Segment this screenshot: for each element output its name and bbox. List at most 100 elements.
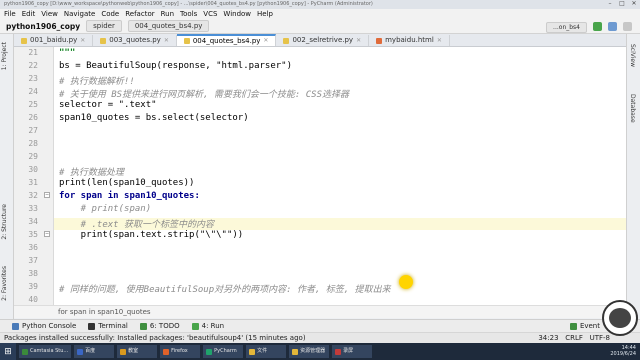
taskbar-item[interactable]: 教室	[117, 345, 158, 358]
close-tab-icon[interactable]: ✕	[356, 35, 361, 46]
code-line: # 执行数据解析!!	[59, 77, 135, 87]
app-icon	[335, 348, 342, 355]
tab-004-quotes-bs4[interactable]: 004_quotes_bs4.py ✕	[176, 34, 277, 46]
todo-button[interactable]: 6: TODO	[139, 322, 180, 330]
app-icon	[292, 348, 299, 355]
code-line: # print(span)	[59, 204, 152, 214]
menu-help[interactable]: Help	[257, 10, 273, 18]
run-icon[interactable]	[593, 22, 602, 31]
menu-run[interactable]: Run	[161, 10, 174, 18]
fold-toggle-icon[interactable]: −	[44, 192, 50, 198]
python-console-button[interactable]: Python Console	[12, 322, 76, 330]
taskbar-item[interactable]: 百度	[74, 345, 115, 358]
taskbar-item[interactable]: 资源管理器	[289, 345, 330, 358]
taskbar-item[interactable]: PyCharm	[203, 345, 244, 358]
python-file-icon	[21, 37, 27, 44]
menu-code[interactable]: Code	[101, 10, 119, 18]
webcam-overlay	[602, 300, 638, 336]
mouse-cursor-highlight	[399, 275, 413, 289]
taskbar-item[interactable]: Firefox	[160, 345, 201, 358]
line-number: 37	[28, 256, 38, 265]
line-separator[interactable]: CRLF	[565, 334, 583, 342]
close-tab-icon[interactable]: ✕	[80, 35, 85, 46]
code-editor[interactable]: 21 22 23 24 25 26 27 28 29 30 31 32 33 3…	[14, 47, 626, 305]
code-line: # 同样的问题, 使用BeautifulSoup对另外的两项内容: 作者, 标签…	[59, 285, 391, 295]
taskbar-item-label: Camtasia Stu...	[30, 348, 69, 354]
close-tab-icon[interactable]: ✕	[263, 36, 268, 46]
menu-vcs[interactable]: VCS	[203, 10, 217, 18]
taskbar-item-label: 资源管理器	[300, 348, 326, 354]
line-number: 21	[28, 48, 38, 57]
taskbar-item[interactable]: Camtasia Stu...	[19, 345, 72, 358]
stop-icon[interactable]	[623, 22, 632, 31]
caret-position[interactable]: 34:23	[538, 334, 558, 342]
run-tool-icon	[191, 322, 199, 330]
menu-view[interactable]: View	[41, 10, 58, 18]
taskbar-item[interactable]: 文件	[246, 345, 287, 358]
code-line: print(span.text.strip("\"\""))	[59, 230, 244, 240]
minimize-icon[interactable]: –	[606, 1, 614, 7]
python-file-icon	[283, 37, 290, 44]
file-encoding[interactable]: UTF-8	[590, 334, 610, 342]
line-number: 38	[28, 269, 38, 278]
windows-start-icon[interactable]: ⊞	[0, 343, 16, 360]
event-log-label: Event	[579, 322, 600, 330]
line-number: 23	[28, 74, 38, 83]
tab-label: 002_selretrive.py	[292, 36, 354, 44]
close-icon[interactable]: ✕	[630, 1, 638, 7]
app-icon	[77, 348, 84, 355]
database-tool-button[interactable]: Database	[629, 94, 636, 123]
run-config-select[interactable]: ...on_bs4	[546, 22, 587, 33]
menu-window[interactable]: Window	[223, 10, 251, 18]
project-tool-button[interactable]: 1: Project	[1, 42, 8, 70]
close-tab-icon[interactable]: ✕	[164, 35, 169, 46]
code-breadcrumb[interactable]: for span in span10_quotes	[14, 305, 626, 318]
line-number: 22	[28, 61, 38, 70]
line-number: 25	[28, 100, 38, 109]
line-number: 32	[28, 191, 38, 200]
favorites-tool-button[interactable]: 2: Favorites	[1, 266, 8, 301]
tab-002-selretrive[interactable]: 002_selretrive.py ✕	[276, 35, 370, 46]
line-number: 30	[28, 165, 38, 174]
fold-end-icon[interactable]: −	[44, 231, 50, 237]
line-number: 36	[28, 243, 38, 252]
taskbar-item-label: 教室	[128, 348, 139, 354]
clock-date[interactable]: 2019/6/24	[610, 351, 636, 357]
folder-breadcrumb[interactable]: spider	[86, 20, 122, 32]
line-number: 24	[28, 87, 38, 96]
project-breadcrumb[interactable]: python1906_copy	[6, 22, 80, 31]
python-file-icon	[183, 38, 190, 44]
menu-bar: File Edit View Navigate Code Refactor Ru…	[0, 9, 640, 19]
tab-mybaidu-html[interactable]: mybaidu.html ✕	[369, 35, 450, 46]
run-tool-button[interactable]: 4: Run	[191, 322, 225, 330]
python-console-icon	[12, 322, 19, 330]
close-tab-icon[interactable]: ✕	[437, 35, 442, 46]
taskbar-item[interactable]: 录屏	[332, 345, 373, 358]
code-line: bs = BeautifulSoup(response, "html.parse…	[59, 61, 292, 71]
tab-001-baidu[interactable]: 001_baidu.py ✕	[14, 35, 94, 46]
tab-label: mybaidu.html	[385, 36, 434, 44]
presenter-avatar	[609, 308, 631, 328]
sciview-tool-button[interactable]: SciView	[629, 44, 636, 67]
tab-003-quotes[interactable]: 003_quotes.py ✕	[93, 35, 177, 46]
menu-edit[interactable]: Edit	[22, 10, 36, 18]
structure-tool-button[interactable]: 2: Structure	[1, 204, 8, 240]
line-number: 33	[28, 204, 38, 213]
file-breadcrumb[interactable]: 004_quotes_bs4.py	[127, 20, 210, 32]
menu-refactor[interactable]: Refactor	[125, 10, 154, 18]
menu-navigate[interactable]: Navigate	[64, 10, 95, 18]
status-message[interactable]: Packages installed successfully: Install…	[4, 334, 306, 342]
left-tool-strip: 1: Project 2: Structure 2: Favorites	[0, 34, 14, 319]
run-tool-label: 4: Run	[201, 322, 225, 330]
html-file-icon	[376, 37, 383, 44]
maximize-icon[interactable]: □	[618, 1, 626, 7]
menu-file[interactable]: File	[4, 10, 16, 18]
menu-tools[interactable]: Tools	[180, 10, 197, 18]
line-number: 34	[28, 217, 38, 226]
status-bar: Packages installed successfully: Install…	[0, 332, 640, 343]
event-log-button[interactable]: Event	[569, 322, 600, 330]
app-icon	[22, 348, 28, 355]
debug-icon[interactable]	[608, 22, 617, 31]
python-file-icon	[100, 37, 107, 44]
terminal-button[interactable]: Terminal	[88, 322, 128, 330]
